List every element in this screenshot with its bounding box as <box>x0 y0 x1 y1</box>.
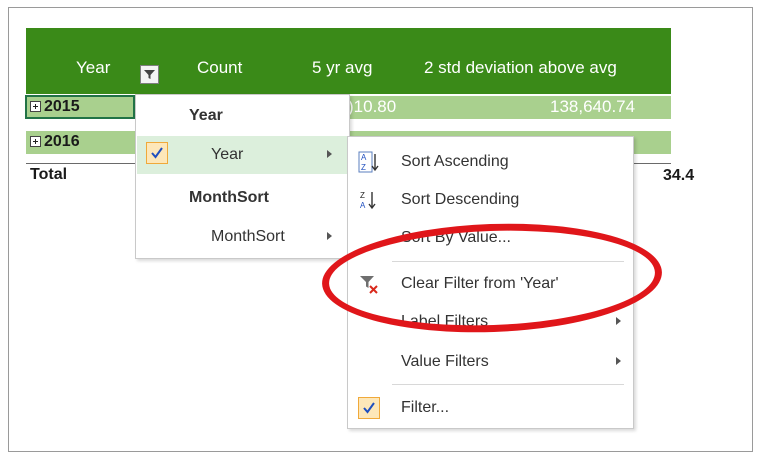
check-icon <box>358 397 380 419</box>
header-count: Count <box>197 58 243 77</box>
row-std-value: 138,640.74 <box>550 97 636 116</box>
field-select-menu: Year Year MonthSort MonthSort <box>135 94 350 259</box>
pivot-header: Year Count 5 yr avg 2 std deviation abov… <box>26 28 671 94</box>
active-cell-border <box>25 95 135 119</box>
submenu-arrow-icon <box>327 232 332 240</box>
value-filters-item[interactable]: Value Filters <box>348 343 633 381</box>
sort-descending-icon: Z A <box>360 191 376 210</box>
menu-item-label: Sort Ascending <box>401 153 509 170</box>
field-item-monthsort[interactable]: MonthSort <box>137 220 348 256</box>
svg-text:Z: Z <box>361 163 366 172</box>
svg-text:A: A <box>360 201 366 210</box>
sort-ascending-icon: A Z <box>358 151 379 173</box>
header-5yr-avg: 5 yr avg <box>312 58 373 77</box>
svg-text:A: A <box>361 153 367 162</box>
field-item-year[interactable]: Year <box>137 136 348 174</box>
submenu-arrow-icon <box>616 357 621 365</box>
expand-icon[interactable] <box>30 136 41 147</box>
submenu-arrow-icon <box>327 150 332 158</box>
year-filter-button[interactable] <box>140 65 159 84</box>
sort-ascending-item[interactable]: A Z Sort Ascending <box>348 143 633 181</box>
menu-item-label: Filter... <box>401 399 450 416</box>
field-item-label: MonthSort <box>211 228 285 245</box>
sort-descending-item[interactable]: Z A Sort Descending <box>348 181 633 219</box>
field-group-monthsort: MonthSort <box>189 189 269 206</box>
check-icon <box>146 142 168 164</box>
total-label: Total <box>30 166 68 183</box>
menu-separator <box>392 384 624 385</box>
filter-icon <box>144 70 155 79</box>
row-avg-value: )10.80 <box>348 97 397 116</box>
row-label: 2016 <box>44 133 80 150</box>
filter-item[interactable]: Filter... <box>348 389 633 427</box>
field-group-year: Year <box>189 107 223 124</box>
header-year: Year <box>76 58 111 77</box>
submenu-arrow-icon <box>616 317 621 325</box>
menu-item-label: Value Filters <box>401 353 489 370</box>
header-2-std-deviation: 2 std deviation above avg <box>424 58 617 77</box>
menu-item-label: Sort Descending <box>401 191 520 208</box>
field-item-label: Year <box>211 146 244 163</box>
row-label: 2015 <box>44 98 80 115</box>
total-value: 34.4 <box>663 167 695 184</box>
svg-text:Z: Z <box>360 191 365 200</box>
expand-icon[interactable] <box>30 101 41 112</box>
